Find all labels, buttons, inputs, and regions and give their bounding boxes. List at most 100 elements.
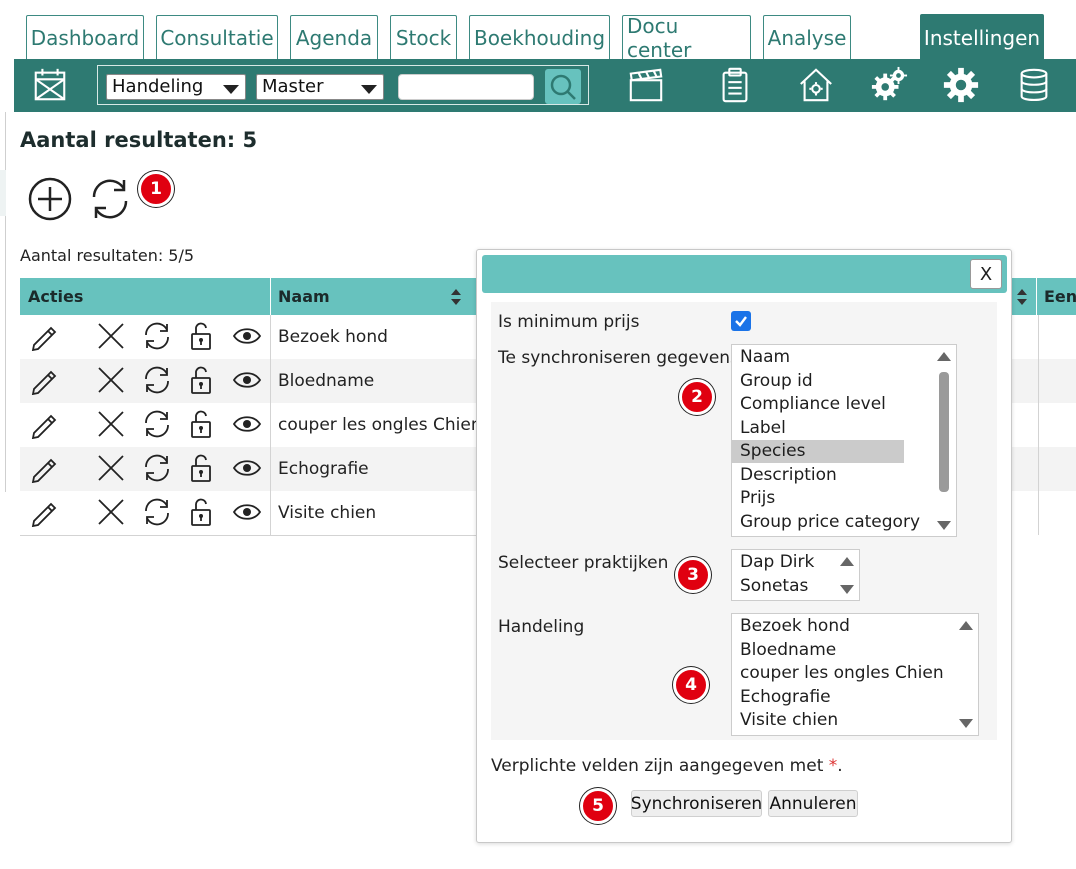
- list-option[interactable]: Description: [732, 464, 904, 487]
- list-option[interactable]: Group price category: [732, 511, 920, 534]
- tab-label: Instellingen: [923, 25, 1041, 50]
- tab-boekhouding[interactable]: Boekhouding: [469, 15, 610, 60]
- unlock-icon[interactable]: [186, 409, 216, 439]
- header-naam[interactable]: Naam: [270, 278, 330, 315]
- close-button[interactable]: X: [970, 259, 1002, 289]
- list-option[interactable]: Bloedname: [732, 639, 836, 662]
- scroll-up-icon[interactable]: [840, 557, 854, 566]
- filter-scope-value: Master: [262, 76, 324, 97]
- handeling-label: Handeling: [498, 617, 585, 637]
- column-divider: [1038, 315, 1039, 535]
- row-name: Bezoek hond: [278, 327, 388, 347]
- row-name: Echografie: [278, 459, 369, 479]
- tab-agenda[interactable]: Agenda: [290, 15, 378, 60]
- scroll-down-icon[interactable]: [937, 521, 951, 530]
- pencil-icon[interactable]: [28, 321, 58, 351]
- sync-icon[interactable]: [142, 365, 172, 395]
- eye-icon[interactable]: [232, 453, 262, 483]
- gears-icon[interactable]: [869, 65, 909, 105]
- list-option[interactable]: Naam: [732, 346, 904, 369]
- row-name: Visite chien: [278, 503, 377, 523]
- list-option[interactable]: Visite chien: [732, 709, 838, 732]
- sync-icon[interactable]: [142, 321, 172, 351]
- search-input[interactable]: [398, 74, 534, 100]
- list-option[interactable]: Sonetas: [732, 575, 808, 598]
- page-title: Aantal resultaten: 5: [20, 128, 258, 152]
- sync-icon[interactable]: [142, 497, 172, 527]
- filter-type-select[interactable]: Handeling: [106, 74, 246, 100]
- required-note: Verplichte velden zijn aangegeven met *.: [491, 756, 843, 776]
- tab-dashboard[interactable]: Dashboard: [26, 15, 144, 60]
- list-option[interactable]: Label: [732, 417, 904, 440]
- database-icon[interactable]: [1014, 65, 1054, 105]
- synchronize-button[interactable]: Synchroniseren: [631, 790, 762, 817]
- tab-stock[interactable]: Stock: [390, 15, 457, 60]
- sort-icon[interactable]: [450, 288, 462, 306]
- tab-label: Analyse: [767, 26, 847, 50]
- clapperboard-icon[interactable]: [626, 65, 666, 105]
- house-gear-icon[interactable]: [796, 65, 836, 105]
- cross-icon[interactable]: [96, 497, 126, 527]
- eye-icon[interactable]: [232, 497, 262, 527]
- required-star: *: [828, 756, 838, 776]
- pencil-icon[interactable]: [28, 453, 58, 483]
- gear-icon[interactable]: [941, 65, 981, 105]
- cross-icon[interactable]: [96, 453, 126, 483]
- handeling-list[interactable]: Bezoek hond Bloedname couper les ongles Ch…: [731, 613, 979, 736]
- main-tabs: Dashboard Consultatie Agenda Stock Boekh…: [0, 0, 1076, 62]
- practices-label: Selecteer praktijken: [498, 553, 669, 573]
- min-price-checkbox[interactable]: [731, 311, 751, 331]
- tab-docu-center[interactable]: Docu center: [622, 14, 751, 62]
- sync-fields-list[interactable]: Naam Group id Compliance level Label Species…: [731, 344, 957, 537]
- scroll-down-icon[interactable]: [959, 719, 973, 728]
- sidebar-highlight: [0, 170, 6, 216]
- cross-icon[interactable]: [96, 409, 126, 439]
- list-option[interactable]: Bezoek hond: [732, 615, 850, 638]
- clipboard-icon[interactable]: [715, 65, 755, 105]
- sidebar-edge: [0, 112, 6, 492]
- unlock-icon[interactable]: [186, 365, 216, 395]
- tab-instellingen[interactable]: Instellingen: [920, 14, 1044, 60]
- cross-icon[interactable]: [96, 365, 126, 395]
- list-option[interactable]: Species: [732, 440, 904, 463]
- filter-bar: Handeling Master: [97, 65, 589, 105]
- scrollbar-thumb[interactable]: [939, 372, 949, 492]
- practices-list[interactable]: Dap Dirk Sonetas: [731, 549, 860, 601]
- tab-label: Docu center: [627, 14, 692, 62]
- unlock-icon[interactable]: [186, 321, 216, 351]
- chevron-down-icon: [223, 85, 239, 94]
- filter-scope-select[interactable]: Master: [256, 74, 384, 100]
- pencil-icon[interactable]: [28, 409, 58, 439]
- scroll-up-icon[interactable]: [959, 621, 973, 630]
- tab-label: Stock: [395, 26, 452, 50]
- scroll-up-icon[interactable]: [937, 352, 951, 361]
- list-option[interactable]: Echografie: [732, 686, 831, 709]
- refresh-icon[interactable]: [86, 175, 134, 223]
- sync-icon[interactable]: [142, 409, 172, 439]
- pencil-icon[interactable]: [28, 497, 58, 527]
- list-option[interactable]: Compliance level: [732, 393, 904, 416]
- scroll-down-icon[interactable]: [840, 585, 854, 594]
- unlock-icon[interactable]: [186, 497, 216, 527]
- header-acties: Acties: [28, 287, 84, 306]
- pencil-icon[interactable]: [28, 365, 58, 395]
- eye-icon[interactable]: [232, 365, 262, 395]
- tab-consultatie[interactable]: Consultatie: [156, 15, 278, 60]
- cross-icon[interactable]: [96, 321, 126, 351]
- tab-analyse[interactable]: Analyse: [763, 15, 851, 60]
- unlock-icon[interactable]: [186, 453, 216, 483]
- list-option[interactable]: Dap Dirk: [732, 551, 814, 574]
- tab-label: Dashboard: [30, 26, 140, 50]
- calendar-x-icon[interactable]: [30, 65, 70, 105]
- add-icon[interactable]: [26, 175, 74, 223]
- list-option[interactable]: Group id: [732, 370, 904, 393]
- result-count: Aantal resultaten: 5/5: [20, 246, 195, 265]
- eye-icon[interactable]: [232, 409, 262, 439]
- list-option[interactable]: Prijs: [732, 487, 904, 510]
- cancel-button[interactable]: Annuleren: [768, 790, 858, 817]
- sync-icon[interactable]: [142, 453, 172, 483]
- search-button[interactable]: [545, 69, 581, 104]
- list-option[interactable]: couper les ongles Chien: [732, 662, 944, 685]
- sort-icon[interactable]: [1016, 288, 1028, 306]
- eye-icon[interactable]: [232, 321, 262, 351]
